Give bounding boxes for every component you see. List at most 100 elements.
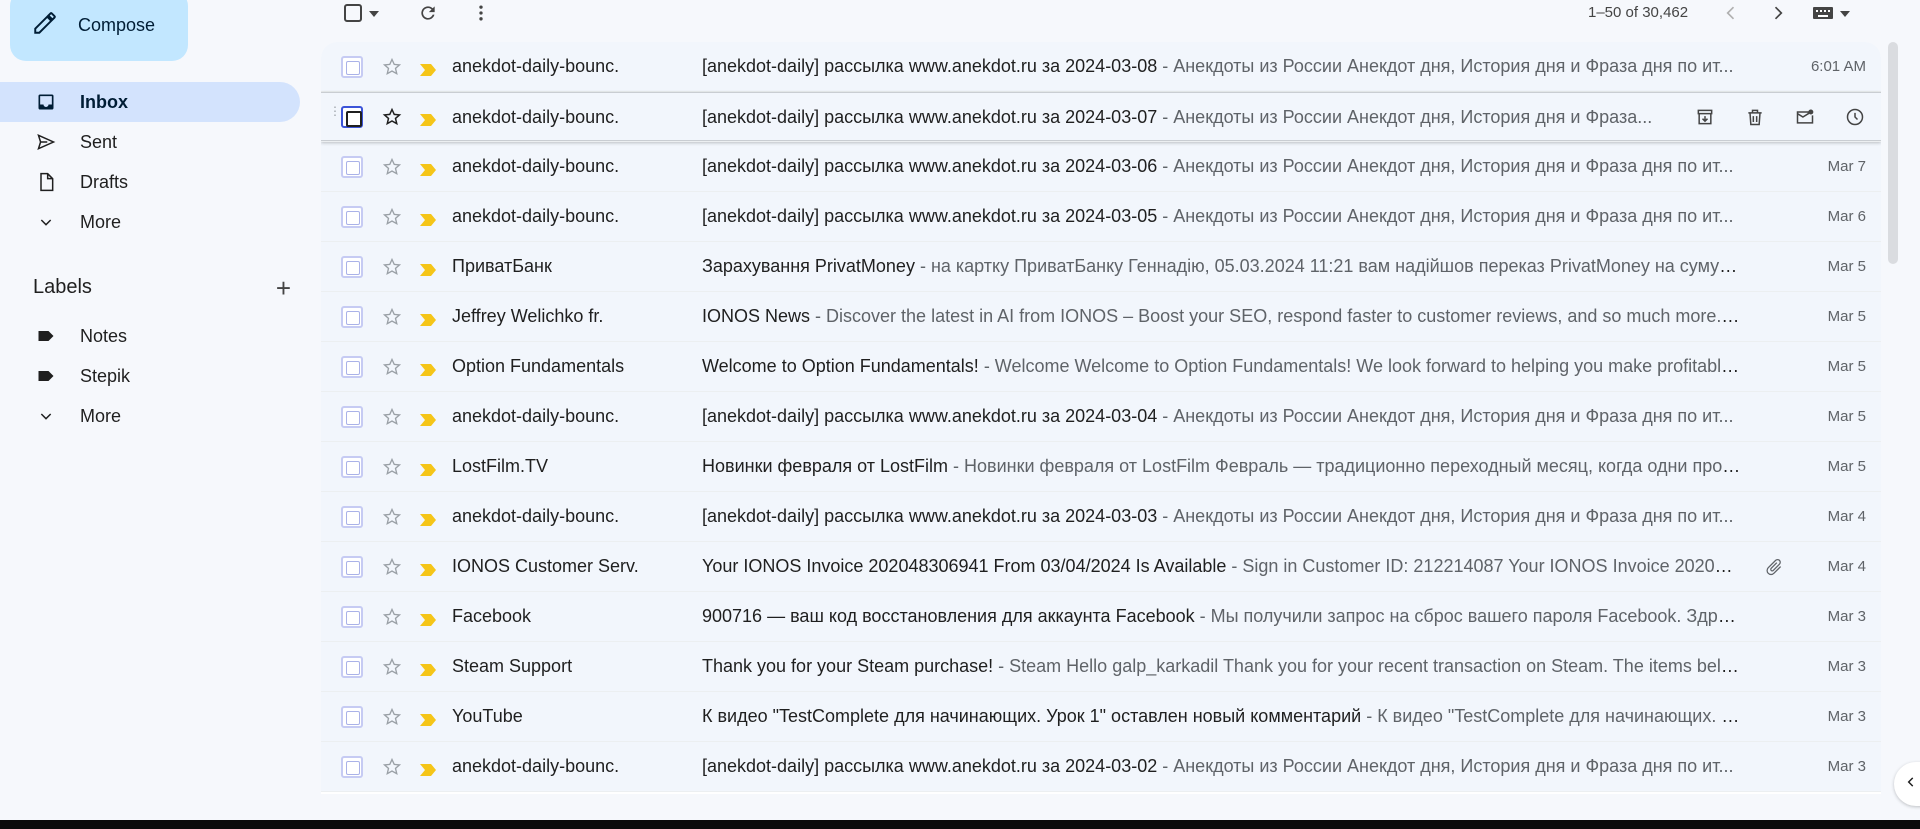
email-snippet: - на картку ПриватБанку Геннадію, 05.03.… bbox=[914, 256, 1742, 276]
star-icon[interactable] bbox=[381, 156, 403, 178]
important-marker-icon[interactable] bbox=[420, 660, 436, 676]
email-row[interactable]: anekdot-daily-bounc. [anekdot-daily] расс… bbox=[321, 392, 1881, 442]
email-row[interactable]: anekdot-daily-bounc. [anekdot-daily] расс… bbox=[321, 42, 1881, 92]
email-row[interactable]: IONOS Customer Serv. Your IONOS Invoice 2… bbox=[321, 542, 1881, 592]
row-checkbox[interactable] bbox=[341, 106, 363, 128]
star-icon[interactable] bbox=[381, 456, 403, 478]
important-marker-icon[interactable] bbox=[420, 760, 436, 776]
label-item-notes[interactable]: Notes bbox=[0, 316, 300, 356]
row-checkbox[interactable] bbox=[341, 755, 363, 778]
star-icon[interactable] bbox=[381, 106, 403, 128]
nav-item-sent[interactable]: Sent bbox=[0, 122, 300, 162]
email-snippet: - Анекдоты из России Анекдот дня, Истори… bbox=[1157, 106, 1653, 127]
archive-icon[interactable] bbox=[1689, 101, 1721, 133]
nav-item-more[interactable]: More bbox=[0, 202, 300, 242]
email-subject: К видео "TestComplete для начинающих. Ур… bbox=[702, 706, 1362, 726]
row-checkbox[interactable] bbox=[341, 455, 363, 478]
row-checkbox[interactable] bbox=[341, 405, 363, 428]
email-subject-line: IONOS News - Discover the latest in AI f… bbox=[702, 306, 1742, 327]
email-subject: Welcome to Option Fundamentals! bbox=[702, 356, 979, 376]
important-marker-icon[interactable] bbox=[420, 360, 436, 376]
star-icon[interactable] bbox=[381, 606, 403, 628]
important-marker-icon[interactable] bbox=[420, 260, 436, 276]
next-page-icon[interactable] bbox=[1768, 0, 1788, 26]
email-row[interactable]: anekdot-daily-bounc. [anekdot-daily] расс… bbox=[321, 192, 1881, 242]
keyboard-icon[interactable] bbox=[1812, 0, 1850, 26]
important-marker-icon[interactable] bbox=[420, 410, 436, 426]
star-icon[interactable] bbox=[381, 406, 403, 428]
star-icon[interactable] bbox=[381, 356, 403, 378]
refresh-icon[interactable] bbox=[418, 0, 438, 26]
email-date: Mar 4 bbox=[1827, 508, 1866, 525]
add-label-icon[interactable]: + bbox=[276, 275, 291, 301]
important-marker-icon[interactable] bbox=[420, 710, 436, 726]
email-row[interactable]: Facebook 900716 — ваш код восстановления … bbox=[321, 592, 1881, 642]
email-row[interactable]: YouTube К видео "TestComplete для начинаю… bbox=[321, 692, 1881, 742]
email-snippet: - Анекдоты из России Анекдот дня, Истори… bbox=[1157, 756, 1734, 776]
snooze-icon[interactable] bbox=[1839, 101, 1871, 133]
caret-down-icon[interactable] bbox=[1840, 4, 1850, 22]
email-row[interactable]: Steam Support Thank you for your Steam pu… bbox=[321, 642, 1881, 692]
star-icon[interactable] bbox=[381, 306, 403, 328]
email-row[interactable]: LostFilm.TV Новинки февраля от LostFilm -… bbox=[321, 442, 1881, 492]
label-item-stepik[interactable]: Stepik bbox=[0, 356, 300, 396]
row-checkbox[interactable] bbox=[341, 355, 363, 378]
delete-icon[interactable] bbox=[1739, 101, 1771, 133]
row-checkbox[interactable] bbox=[341, 305, 363, 328]
email-subject-line: Welcome to Option Fundamentals! - Welcom… bbox=[702, 356, 1742, 377]
row-checkbox[interactable] bbox=[341, 505, 363, 528]
star-icon[interactable] bbox=[381, 756, 403, 778]
row-checkbox[interactable] bbox=[341, 705, 363, 728]
star-icon[interactable] bbox=[381, 506, 403, 528]
important-marker-icon[interactable] bbox=[420, 610, 436, 626]
important-marker-icon[interactable] bbox=[420, 460, 436, 476]
email-row[interactable]: anekdot-daily-bounc. [anekdot-daily] расс… bbox=[321, 142, 1881, 192]
email-subject: [anekdot-daily] рассылка www.anekdot.ru … bbox=[702, 506, 1158, 526]
important-marker-icon[interactable] bbox=[420, 160, 436, 176]
nav-item-drafts[interactable]: Drafts bbox=[0, 162, 300, 202]
row-checkbox[interactable] bbox=[341, 205, 363, 228]
email-row[interactable]: ⋮⋮ anekdot-daily-bounc. [anekdot-daily] ра… bbox=[321, 92, 1881, 142]
drag-handle-icon[interactable]: ⋮⋮ bbox=[329, 105, 352, 126]
star-icon[interactable] bbox=[381, 706, 403, 728]
row-checkbox[interactable] bbox=[341, 255, 363, 278]
important-marker-icon[interactable] bbox=[420, 210, 436, 226]
row-checkbox[interactable] bbox=[341, 605, 363, 628]
email-snippet: - Discover the latest in AI from IONOS –… bbox=[810, 306, 1742, 326]
important-marker-icon[interactable] bbox=[420, 510, 436, 526]
row-checkbox[interactable] bbox=[341, 55, 363, 78]
email-snippet: - Анекдоты из России Анекдот дня, Истори… bbox=[1157, 506, 1734, 526]
important-marker-icon[interactable] bbox=[420, 560, 436, 576]
email-row[interactable]: ПриватБанк Зарахування PrivatMoney - на к… bbox=[321, 242, 1881, 292]
row-checkbox[interactable] bbox=[341, 655, 363, 678]
row-checkbox[interactable] bbox=[341, 555, 363, 578]
star-icon[interactable] bbox=[381, 556, 403, 578]
important-marker-icon[interactable] bbox=[420, 310, 436, 326]
nav-label: Sent bbox=[80, 131, 118, 152]
email-row[interactable]: Option Fundamentals Welcome to Option Fun… bbox=[321, 342, 1881, 392]
star-icon[interactable] bbox=[381, 256, 403, 278]
compose-button[interactable]: Compose bbox=[10, 0, 188, 61]
side-panel-toggle[interactable] bbox=[1894, 762, 1920, 806]
star-icon[interactable] bbox=[381, 206, 403, 228]
email-row[interactable]: anekdot-daily-bounc. [anekdot-daily] расс… bbox=[321, 742, 1881, 792]
select-all-checkbox[interactable] bbox=[343, 0, 379, 26]
email-subject-line: 900716 — ваш код восстановления для акка… bbox=[702, 606, 1742, 627]
row-checkbox[interactable] bbox=[341, 155, 363, 178]
label-item-more[interactable]: More bbox=[0, 396, 300, 436]
mark-unread-icon[interactable] bbox=[1789, 101, 1821, 133]
nav-item-inbox[interactable]: Inbox bbox=[0, 82, 300, 122]
star-icon[interactable] bbox=[381, 56, 403, 78]
prev-page-icon[interactable] bbox=[1721, 0, 1741, 26]
scrollbar[interactable] bbox=[1888, 42, 1898, 264]
caret-down-icon[interactable] bbox=[369, 4, 379, 22]
email-date: 6:01 AM bbox=[1810, 58, 1866, 75]
important-marker-icon[interactable] bbox=[420, 110, 436, 126]
email-row[interactable]: Jeffrey Welichko fr. IONOS News - Discove… bbox=[321, 292, 1881, 342]
email-snippet: - Анекдоты из России Анекдот дня, Истори… bbox=[1157, 206, 1734, 226]
more-vert-icon[interactable] bbox=[471, 0, 491, 26]
important-marker-icon[interactable] bbox=[420, 60, 436, 76]
star-icon[interactable] bbox=[381, 656, 403, 678]
email-row[interactable]: anekdot-daily-bounc. [anekdot-daily] расс… bbox=[321, 492, 1881, 542]
attachment-icon[interactable] bbox=[1762, 555, 1786, 579]
